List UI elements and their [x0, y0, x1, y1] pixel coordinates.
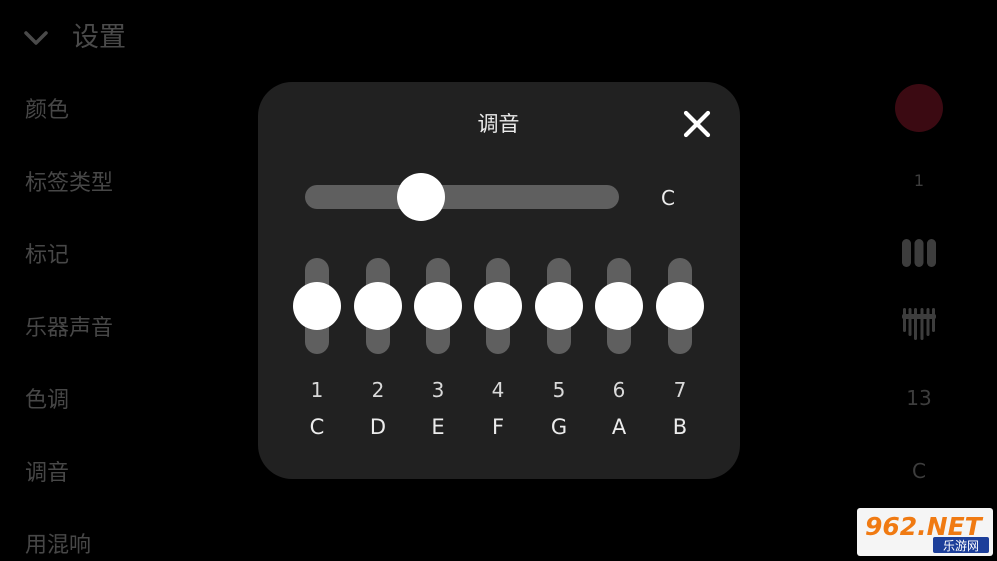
settings-header: 设置: [22, 18, 126, 58]
note-number: 2: [371, 378, 385, 402]
note-letter: G: [550, 415, 568, 439]
note-number: 7: [673, 378, 687, 402]
tuning-value[interactable]: C: [889, 435, 949, 507]
note-slider-thumb[interactable]: [595, 282, 643, 330]
settings-title: 设置: [72, 22, 126, 53]
note-slider-4: 4 F: [474, 256, 522, 446]
dialog-title: 调音: [477, 112, 520, 136]
note-slider-5: 5 G: [535, 256, 583, 446]
close-button[interactable]: [680, 107, 714, 141]
mark-value[interactable]: [889, 217, 949, 289]
tone-value[interactable]: 13: [889, 362, 949, 434]
key-value: C: [661, 186, 675, 210]
row-label: 乐器声音: [25, 315, 114, 341]
three-bars-icon: [902, 239, 936, 267]
close-icon: [683, 110, 711, 138]
row-label: 用混响: [25, 533, 92, 559]
note-letter: B: [672, 415, 688, 439]
row-label: 标记: [25, 243, 70, 269]
screen: 设置 颜色 标签类型 1 标记 乐器声音 色调 13 调音 C 用混响 调音 C…: [0, 0, 997, 561]
note-letter: D: [369, 415, 387, 439]
note-number: 4: [491, 378, 505, 402]
key-slider-thumb[interactable]: [397, 173, 446, 221]
note-letter: F: [491, 415, 505, 439]
watermark-brand: 962.NET: [865, 512, 984, 541]
key-slider-track[interactable]: [305, 185, 619, 209]
note-slider-2: 2 D: [354, 256, 402, 446]
note-slider-3: 3 E: [414, 256, 462, 446]
note-slider-thumb[interactable]: [414, 282, 462, 330]
label-type-value[interactable]: 1: [889, 145, 949, 217]
note-number: 3: [431, 378, 445, 402]
note-number: 5: [552, 378, 566, 402]
note-slider-thumb[interactable]: [656, 282, 704, 330]
note-slider-thumb[interactable]: [474, 282, 522, 330]
kalimba-icon: [902, 307, 936, 340]
note-slider-7: 7 B: [656, 256, 704, 446]
note-slider-thumb[interactable]: [293, 282, 341, 330]
note-letter: C: [309, 415, 325, 439]
chevron-down-icon[interactable]: [22, 24, 50, 52]
note-slider-thumb[interactable]: [354, 282, 402, 330]
settings-row-reverb[interactable]: 用混响: [25, 507, 985, 561]
note-letter: A: [611, 415, 627, 439]
row-label: 标签类型: [25, 170, 114, 196]
note-slider-1: 1 C: [293, 256, 341, 446]
watermark-logo: 962.NET 乐游网: [857, 508, 993, 556]
note-number: 1: [310, 378, 324, 402]
watermark-sub: 乐游网: [943, 539, 979, 553]
note-slider-thumb[interactable]: [535, 282, 583, 330]
note-number: 6: [612, 378, 626, 402]
row-label: 色调: [25, 388, 70, 414]
note-slider-6: 6 A: [595, 256, 643, 446]
note-letter: E: [431, 415, 445, 439]
instrument-value[interactable]: [889, 290, 949, 362]
row-label: 调音: [25, 460, 70, 486]
